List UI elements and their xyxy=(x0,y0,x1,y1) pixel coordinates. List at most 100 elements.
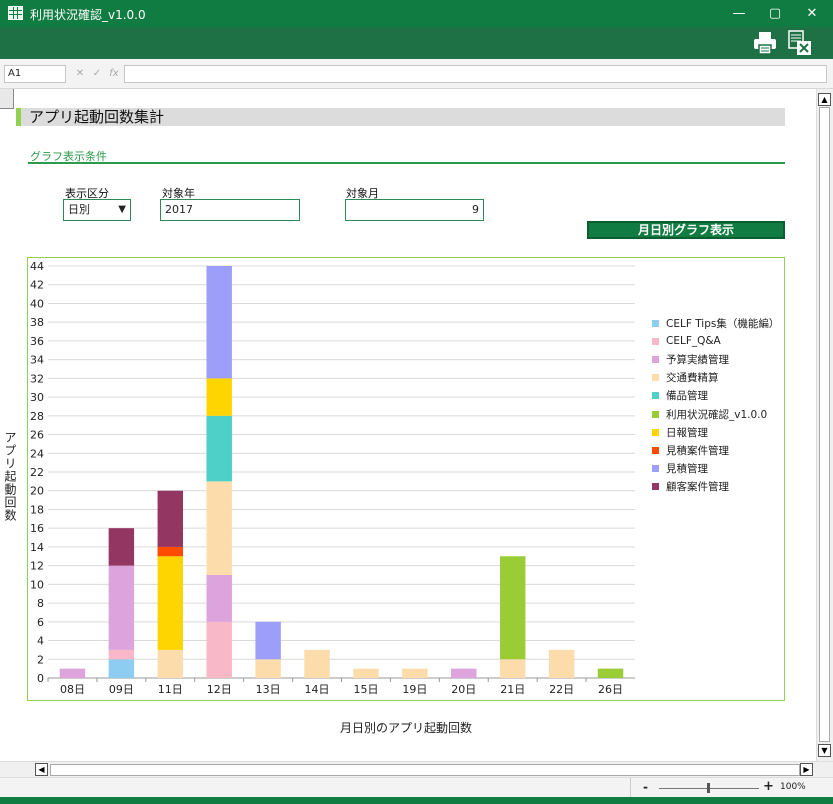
print-icon[interactable] xyxy=(751,29,779,57)
y-tick-label: 16 xyxy=(30,522,44,535)
target-month-value: 9 xyxy=(472,203,479,216)
show-daily-graph-button[interactable]: 月日別グラフ表示 xyxy=(587,221,785,239)
bar-segment xyxy=(353,668,379,678)
vertical-scroll-thumb[interactable] xyxy=(819,107,830,742)
bottom-strip xyxy=(0,797,833,804)
zoom-out-button[interactable]: - xyxy=(643,780,648,794)
zoom-control: - + 100% xyxy=(630,778,833,798)
legend-item: 見積案件管理 xyxy=(652,441,812,459)
legend-item: 交通費精算 xyxy=(652,369,812,387)
bar-segment xyxy=(157,649,184,678)
title-bar: 利用状況確認_v1.0.0 — ▢ ✕ xyxy=(0,0,833,27)
x-tick-label: 14日 xyxy=(305,683,330,696)
worksheet: アプリ起動回数集計 グラフ表示条件 表示区分 日別 ▼ 対象年 2017 対象月… xyxy=(0,89,816,761)
window-title: 利用状況確認_v1.0.0 xyxy=(30,8,146,22)
formula-input[interactable] xyxy=(124,65,827,83)
legend-swatch xyxy=(652,374,659,382)
bar-segment xyxy=(108,649,135,660)
legend-label: 備品管理 xyxy=(666,390,708,403)
y-tick-label: 36 xyxy=(30,335,44,348)
y-tick-label: 38 xyxy=(30,316,44,329)
vertical-scrollbar[interactable]: ▲ ▼ xyxy=(816,89,833,761)
display-type-select[interactable]: 日別 ▼ xyxy=(63,199,131,221)
bar-segment xyxy=(108,528,135,566)
name-box[interactable]: A1 xyxy=(4,65,66,83)
bar-segment xyxy=(206,266,232,379)
scroll-left-icon[interactable]: ◀ xyxy=(35,763,48,776)
y-tick-label: 26 xyxy=(30,429,44,442)
zoom-in-button[interactable]: + xyxy=(763,779,774,794)
target-year-field[interactable]: 2017 xyxy=(160,199,300,221)
cancel-entry-icon[interactable]: ✕ xyxy=(72,65,88,83)
maximize-button[interactable]: ▢ xyxy=(757,0,793,27)
chart-area: 0 2 4 6 8 10 12 14 16 18 20 22 24 26 28 30 32 34 36 38 40 42 4… xyxy=(27,257,785,701)
chart-legend: CELF Tips集（機能編） CELF_Q&A 予算実績管理交通費精算備品管理利用… xyxy=(652,314,812,496)
legend-label: 顧客案件管理 xyxy=(666,481,729,494)
x-tick-label: 13日 xyxy=(256,683,281,696)
export-excel-icon[interactable] xyxy=(786,29,814,57)
dropdown-arrow-icon[interactable]: ▼ xyxy=(118,200,126,220)
bar-segment xyxy=(206,621,232,678)
legend-label: CELF_Q&A xyxy=(666,335,721,348)
legend-item: CELF_Q&A xyxy=(652,332,812,350)
bar-segment xyxy=(499,659,526,678)
insert-function-icon[interactable]: fx xyxy=(106,65,122,83)
legend-swatch xyxy=(652,392,659,400)
scroll-right-icon[interactable]: ▶ xyxy=(800,763,813,776)
bar-segment xyxy=(255,659,281,678)
bar-segment xyxy=(157,490,184,547)
bar-segment xyxy=(157,556,184,650)
target-month-field[interactable]: 9 xyxy=(345,199,484,221)
zoom-slider-thumb[interactable] xyxy=(707,783,710,793)
y-tick-label: 10 xyxy=(30,578,44,591)
bar-segment xyxy=(157,546,184,557)
y-tick-label: 6 xyxy=(37,616,44,629)
legend-label: 予算実績管理 xyxy=(666,353,729,366)
bar-segment xyxy=(206,378,232,416)
legend-swatch xyxy=(652,465,659,473)
y-tick-label: 22 xyxy=(30,466,44,479)
horizontal-scrollbar[interactable]: ◀ ▶ xyxy=(0,761,833,777)
close-button[interactable]: ✕ xyxy=(794,0,830,27)
scroll-down-icon[interactable]: ▼ xyxy=(818,744,831,757)
x-tick-label: 26日 xyxy=(598,683,623,696)
legend-item: 備品管理 xyxy=(652,387,812,405)
page-heading-bar: アプリ起動回数集計 xyxy=(16,108,785,126)
x-tick-label: 21日 xyxy=(500,683,525,696)
y-tick-label: 40 xyxy=(30,297,44,310)
x-tick-label: 15日 xyxy=(353,683,378,696)
bar-segment xyxy=(255,621,281,660)
y-tick-label: 12 xyxy=(30,560,44,573)
spreadsheet-app-icon xyxy=(8,6,23,20)
bar-segment xyxy=(402,668,428,678)
legend-label: 利用状況確認_v1.0.0 xyxy=(666,408,768,421)
section-divider xyxy=(28,162,785,164)
page-title: アプリ起動回数集計 xyxy=(29,108,165,126)
y-tick-label: 14 xyxy=(30,541,44,554)
bar-segment xyxy=(108,659,135,678)
y-tick-label: 24 xyxy=(30,447,44,460)
y-tick-label: 32 xyxy=(30,372,44,385)
scroll-up-icon[interactable]: ▲ xyxy=(818,93,831,106)
bar-segment xyxy=(59,668,86,678)
minimize-button[interactable]: — xyxy=(721,0,757,27)
legend-item: 予算実績管理 xyxy=(652,350,812,368)
bar-segment xyxy=(597,668,624,678)
x-tick-label: 19日 xyxy=(402,683,427,696)
legend-swatch xyxy=(652,410,659,418)
bar-segment xyxy=(206,415,232,482)
legend-swatch xyxy=(652,446,659,454)
bar-segment xyxy=(206,481,232,575)
legend-label: CELF Tips集（機能編） xyxy=(666,317,780,330)
heading-accent-bar xyxy=(16,108,21,126)
bar-segment xyxy=(548,649,575,678)
legend-item: 顧客案件管理 xyxy=(652,478,812,496)
confirm-entry-icon[interactable]: ✓ xyxy=(89,65,105,83)
horizontal-scroll-thumb[interactable] xyxy=(50,764,800,776)
select-all-corner[interactable] xyxy=(0,89,14,109)
legend-swatch xyxy=(652,483,659,491)
legend-swatch xyxy=(652,337,659,345)
legend-swatch xyxy=(652,355,659,363)
y-tick-label: 42 xyxy=(30,279,44,292)
y-tick-label: 20 xyxy=(30,485,44,498)
